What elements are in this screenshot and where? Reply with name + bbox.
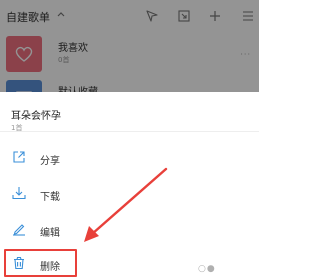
watermark: ○●	[198, 264, 216, 274]
annotation-arrow-icon	[84, 167, 168, 242]
